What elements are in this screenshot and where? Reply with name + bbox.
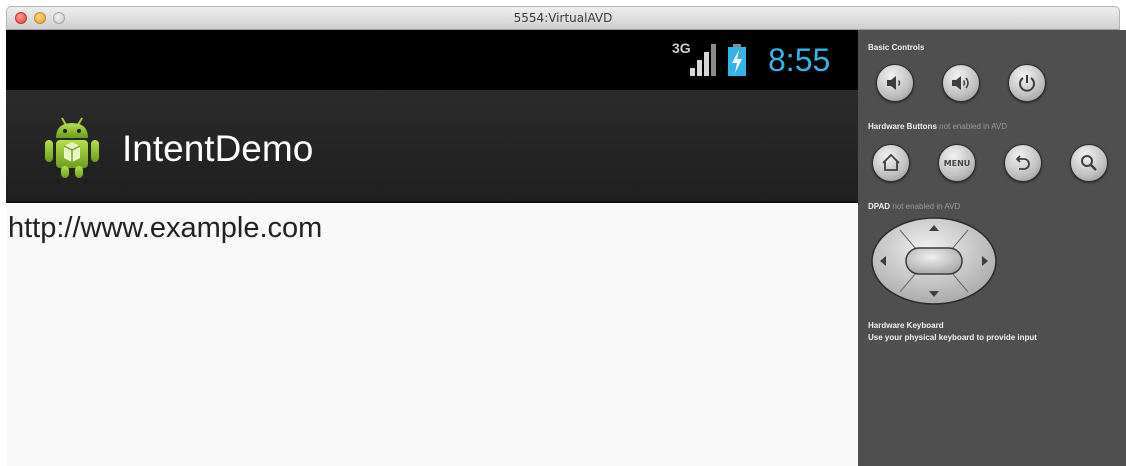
menu-label: MENU xyxy=(943,158,971,168)
search-icon xyxy=(1081,155,1097,171)
android-robot-icon[interactable] xyxy=(42,114,102,180)
window-title: 5554:VirtualAVD xyxy=(513,11,613,25)
search-button[interactable] xyxy=(1070,144,1108,182)
basic-controls-label: Basic Controls xyxy=(868,43,925,52)
emulator-controls-panel: Basic Controls Hardware Buttons not enab… xyxy=(858,30,1126,466)
battery-charging-icon xyxy=(728,44,746,76)
menu-button[interactable]: MENU xyxy=(938,144,976,182)
status-clock: 8:55 xyxy=(768,42,831,78)
action-bar: IntentDemo xyxy=(6,90,858,203)
volume-down-button[interactable] xyxy=(876,64,914,102)
network-type: 3G xyxy=(672,40,691,56)
volume-down-icon xyxy=(887,76,901,90)
hardware-keyboard-label: Hardware Keyboard Use your physical keyb… xyxy=(868,321,1037,342)
home-icon xyxy=(882,153,900,171)
back-icon xyxy=(1015,155,1030,170)
signal-icon xyxy=(690,44,716,76)
power-button[interactable] xyxy=(1008,64,1046,102)
window-title-bar: 5554:VirtualAVD xyxy=(6,6,1120,30)
power-icon xyxy=(1019,75,1035,92)
app-title: IntentDemo xyxy=(122,128,314,169)
device-screen: 3G 8:55 IntentDemo http://www.example.co… xyxy=(6,30,858,466)
back-button[interactable] xyxy=(1004,144,1042,182)
home-button[interactable] xyxy=(872,144,910,182)
volume-up-icon xyxy=(952,76,969,90)
volume-up-button[interactable] xyxy=(942,64,980,102)
dpad[interactable] xyxy=(870,216,998,306)
dpad-center-button[interactable] xyxy=(905,247,963,275)
status-bar: 3G 8:55 xyxy=(6,30,858,90)
dpad-label: DPAD not enabled in AVD xyxy=(868,202,961,211)
url-text: http://www.example.com xyxy=(8,212,323,244)
hardware-buttons-label: Hardware Buttons not enabled in AVD xyxy=(868,122,1008,131)
